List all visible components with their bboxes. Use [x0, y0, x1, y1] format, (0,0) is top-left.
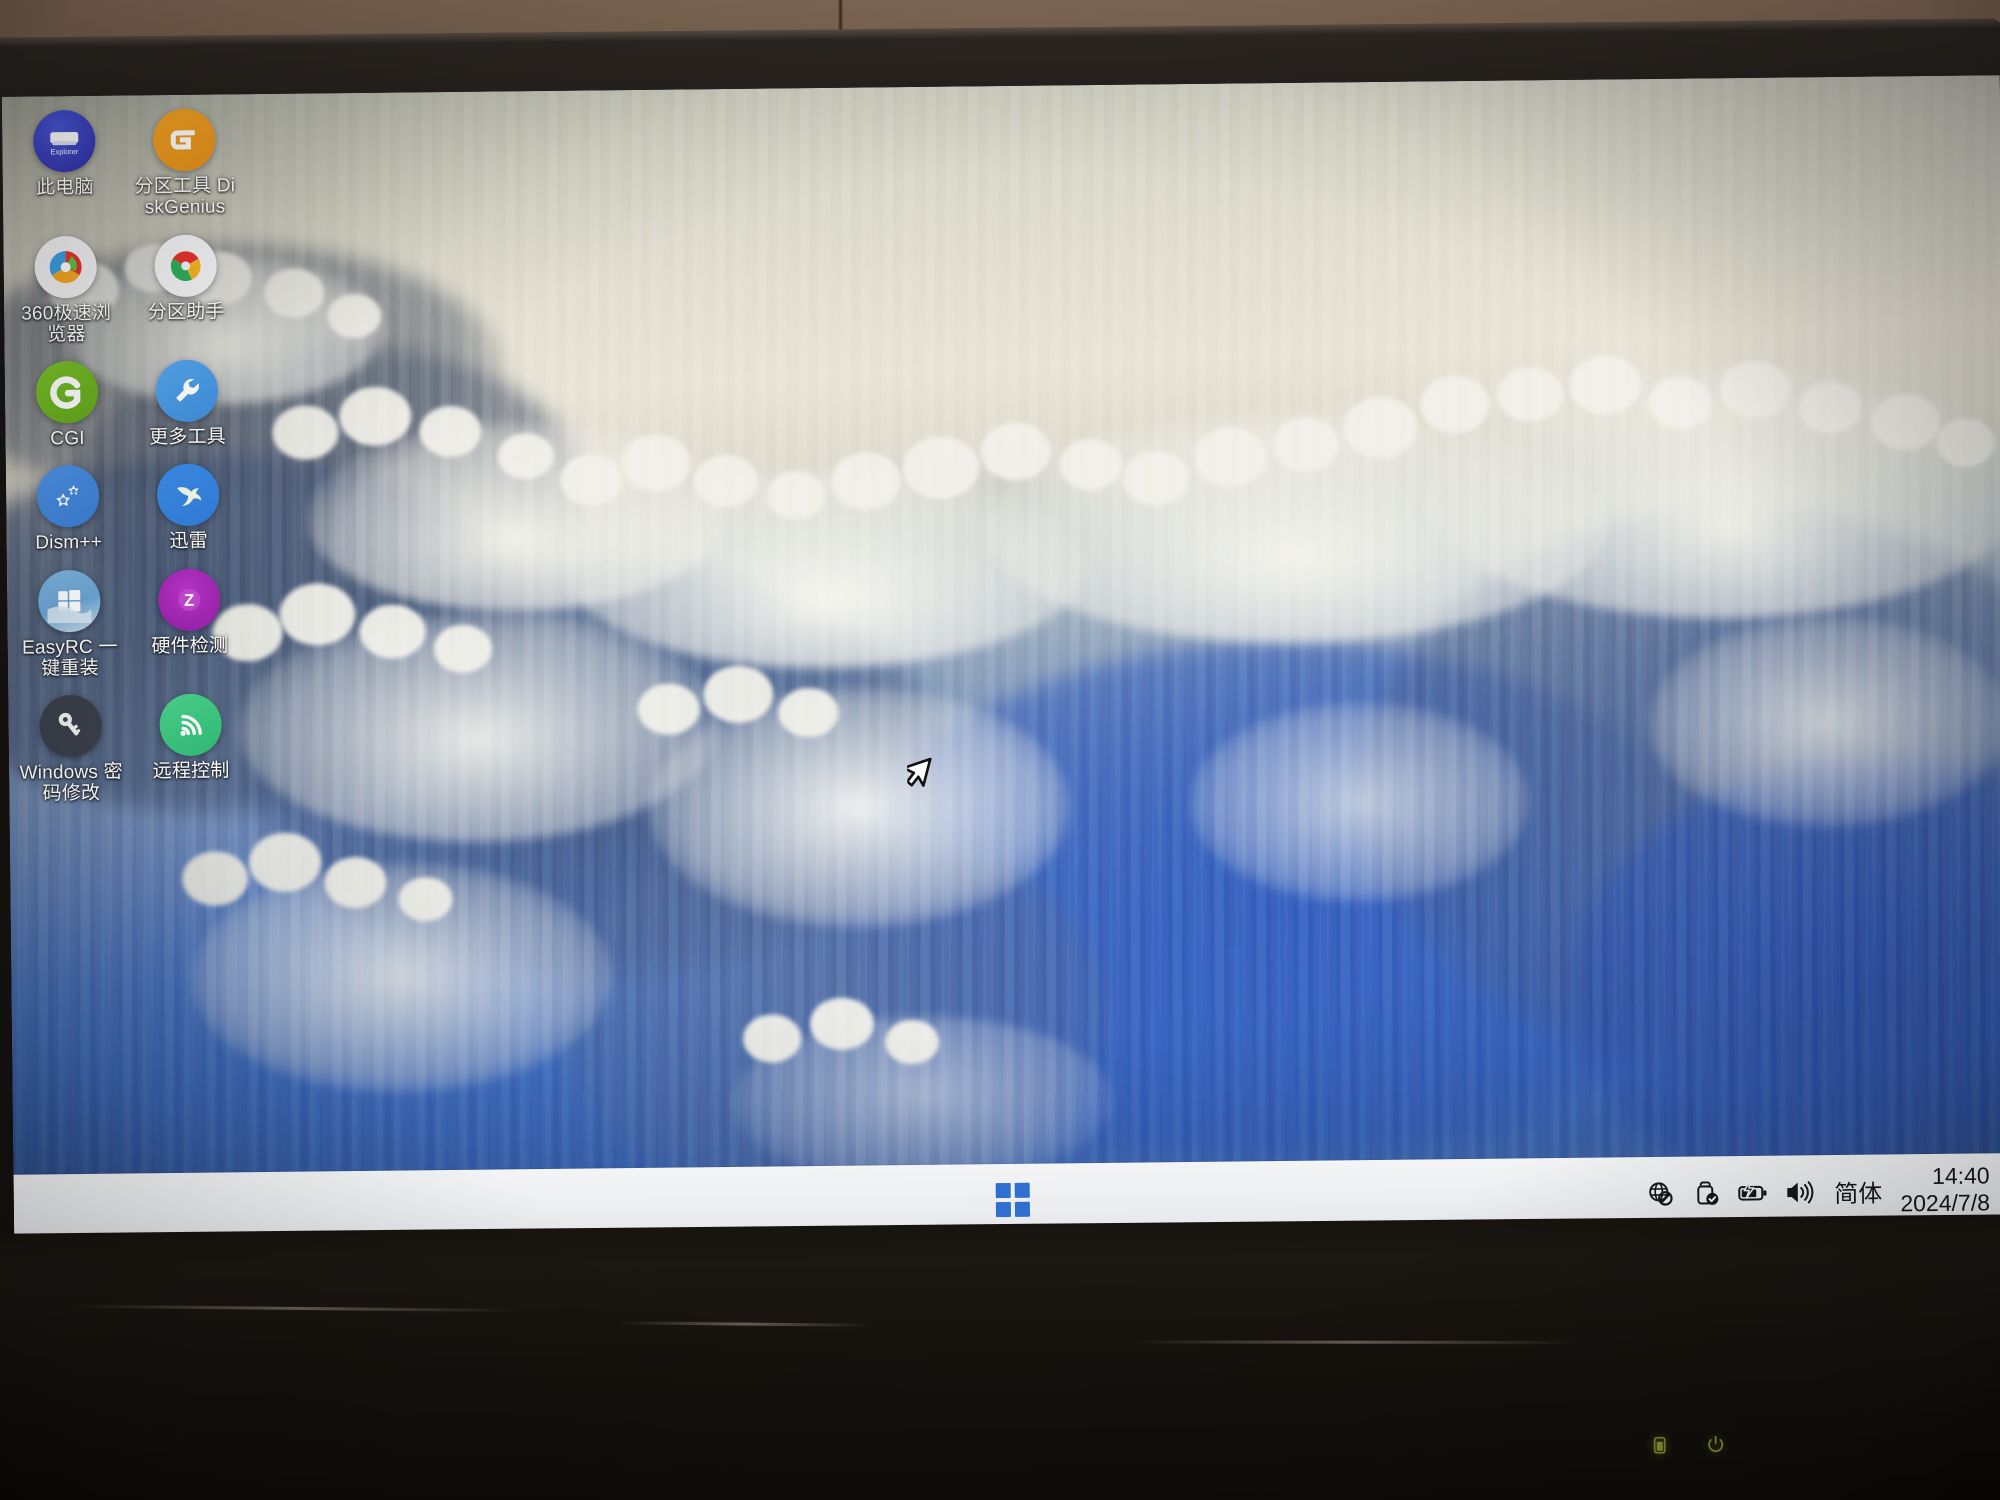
desktop-icon-label: Dism++: [35, 532, 103, 554]
desktop-icon-360-browser[interactable]: 360极速浏览器: [9, 229, 122, 350]
partition-assistant-icon: [154, 234, 218, 297]
desktop-icon-label: 更多工具: [149, 426, 227, 449]
desktop-icon-dism[interactable]: Dism++: [12, 459, 125, 558]
explorer-icon: Explorer: [32, 109, 96, 173]
desktop-icon-label: 远程控制: [152, 760, 230, 783]
desktop-icon-xunlei[interactable]: 迅雷: [132, 458, 245, 557]
clock-date: 2024/7/8: [1900, 1189, 1991, 1217]
battery-led: [1649, 1432, 1671, 1458]
desktop-icon-hardware-detect[interactable]: Z 硬件检测: [133, 562, 246, 683]
desktop-icon-label: 分区工具 DiskGenius: [134, 175, 236, 219]
desktop-icon-label: 硬件检测: [151, 635, 229, 657]
laptop-deck: [0, 1214, 2000, 1500]
taskbar-center-group: [995, 1182, 1031, 1218]
desktop-icon-windows-password[interactable]: Windows 密码修改: [14, 689, 127, 810]
deck-highlight: [69, 1304, 520, 1313]
start-button[interactable]: [995, 1182, 1031, 1218]
laptop-screen: Explorer 此电脑 分区工具 DiskGenius 360极速浏览器 分区…: [1, 75, 2000, 1247]
desktop-icon-label: Windows 密码修改: [19, 761, 123, 805]
diskgenius-icon: [152, 108, 216, 172]
desktop-icon-more-tools[interactable]: 更多工具: [131, 353, 244, 452]
wallpaper-clouds: [1, 75, 2000, 1247]
desktop-icon-partition-assistant[interactable]: 分区助手: [129, 228, 242, 349]
deck-highlight: [619, 1321, 870, 1327]
desktop-icon-this-pc[interactable]: Explorer 此电脑: [8, 104, 121, 225]
remote-control-signal-icon: [159, 693, 222, 757]
desktop-icon-label: 360极速浏览器: [21, 302, 112, 346]
deck-highlight: [1129, 1340, 1580, 1344]
desktop-icon-label: CGI: [50, 428, 85, 450]
more-tools-wrench-icon: [155, 359, 219, 423]
dism-gears-icon: [36, 465, 100, 528]
desktop-icon-cgi[interactable]: CGI: [11, 355, 124, 454]
power-led: [1705, 1431, 1727, 1457]
xunlei-hummingbird-icon: [156, 463, 220, 527]
hardware-detect-icon: Z: [157, 568, 221, 631]
cgi-icon: [35, 360, 99, 424]
clock-time: 14:40: [1931, 1162, 1990, 1190]
windows-desktop: Explorer 此电脑 分区工具 DiskGenius 360极速浏览器 分区…: [1, 75, 2000, 1247]
360-browser-icon: [34, 235, 98, 299]
desktop-icon-label: 此电脑: [35, 176, 94, 199]
desktop-icon-remote-control[interactable]: 远程控制: [134, 687, 247, 808]
svg-text:Explorer: Explorer: [50, 147, 79, 156]
svg-text:Z: Z: [184, 590, 195, 609]
desktop-icon-easyrc[interactable]: EasyRC 一键重装: [13, 563, 126, 684]
desktop-icon-label: 迅雷: [169, 530, 208, 553]
laptop-photo: Explorer 此电脑 分区工具 DiskGenius 360极速浏览器 分区…: [0, 0, 2000, 1500]
easyrc-windows-icon: [37, 569, 101, 633]
desktop-icon-label: 分区助手: [147, 300, 225, 323]
desktop-icon-label: EasyRC 一键重装: [21, 636, 118, 680]
desktop-icon-diskgenius[interactable]: 分区工具 DiskGenius: [128, 102, 241, 223]
windows-password-key-icon: [39, 694, 102, 758]
desktop-icon-grid: Explorer 此电脑 分区工具 DiskGenius 360极速浏览器 分区…: [8, 102, 256, 809]
